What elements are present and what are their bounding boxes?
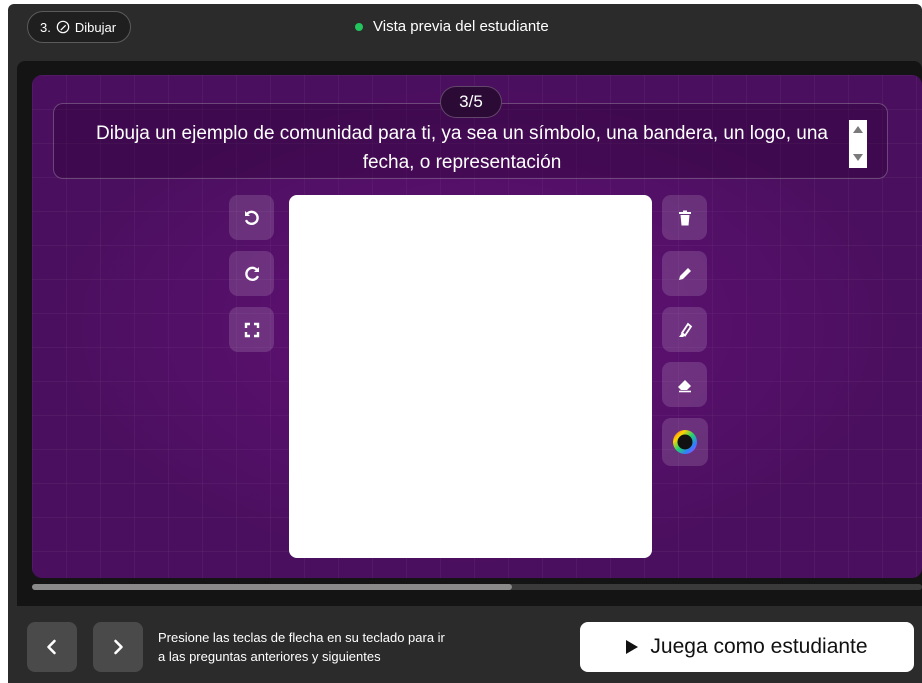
pencil-icon xyxy=(678,267,691,280)
question-text: Dibuja un ejemplo de comunidad para ti, … xyxy=(96,123,828,173)
status-dot-icon xyxy=(355,22,363,31)
chevron-right-icon xyxy=(114,639,123,655)
eraser-icon xyxy=(677,379,691,392)
play-icon xyxy=(626,640,639,654)
question-mode-pill: 3. Dibujar xyxy=(27,11,132,43)
scroll-up-icon[interactable] xyxy=(853,126,863,133)
scroll-down-icon[interactable] xyxy=(853,154,863,161)
chevron-left-icon xyxy=(47,639,56,655)
play-as-student-label: Juega como estudiante xyxy=(650,635,868,658)
mode-label: Dibujar xyxy=(74,19,117,35)
eraser-tool-button[interactable] xyxy=(662,362,707,407)
play-as-student-button[interactable]: Juega como estudiante xyxy=(580,622,914,672)
question-counter: 3/5 xyxy=(440,86,502,118)
keyboard-hint-line2: a las preguntas anteriores y siguientes xyxy=(158,649,381,664)
step-number: 3. xyxy=(40,19,51,35)
trash-icon xyxy=(678,210,691,225)
keyboard-hint-line1: Presione las teclas de flecha en su tecl… xyxy=(158,630,445,645)
redo-icon xyxy=(244,266,259,281)
color-wheel-icon xyxy=(673,430,697,454)
previous-question-button[interactable] xyxy=(27,622,77,672)
preview-label: Vista previa del estudiante xyxy=(373,18,549,35)
redo-button[interactable] xyxy=(229,251,274,296)
drawing-canvas[interactable] xyxy=(289,195,652,558)
next-question-button[interactable] xyxy=(93,622,143,672)
student-preview-indicator: Vista previa del estudiante xyxy=(355,18,549,35)
highlighter-icon xyxy=(678,322,692,337)
undo-button[interactable] xyxy=(229,195,274,240)
color-picker-button[interactable] xyxy=(662,418,708,466)
question-scrollbar[interactable] xyxy=(849,120,867,168)
keyboard-hint: Presione las teclas de flecha en su tecl… xyxy=(158,628,548,666)
pen-tool-button[interactable] xyxy=(662,251,707,296)
clear-canvas-button[interactable] xyxy=(662,195,707,240)
fullscreen-icon xyxy=(244,322,259,337)
scrollbar-thumb[interactable] xyxy=(32,584,512,590)
horizontal-scrollbar[interactable] xyxy=(32,584,922,590)
fullscreen-button[interactable] xyxy=(229,307,274,352)
undo-icon xyxy=(244,210,259,225)
draw-mode-icon xyxy=(56,20,70,34)
highlighter-tool-button[interactable] xyxy=(662,307,707,352)
